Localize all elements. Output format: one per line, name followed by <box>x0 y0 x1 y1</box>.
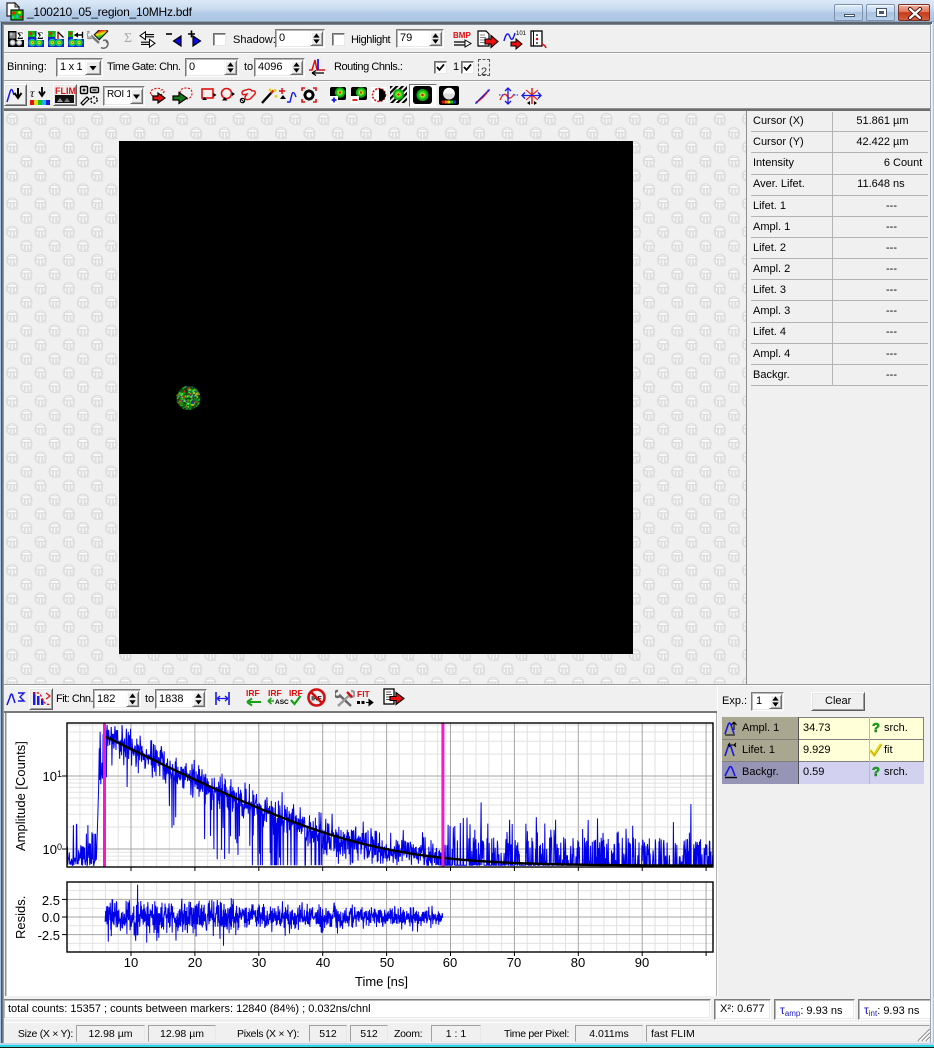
svg-text:FLIM: FLIM <box>55 86 76 96</box>
svg-text:BMP: BMP <box>453 31 471 40</box>
svg-text:?: ? <box>872 764 880 779</box>
svg-text:τ: τ <box>30 86 35 100</box>
svg-text:FIT: FIT <box>357 689 371 699</box>
svg-text:?: ? <box>872 720 880 735</box>
svg-text:ASC: ASC <box>275 699 289 706</box>
svg-text:IRF: IRF <box>246 688 260 698</box>
svg-text:Σ: Σ <box>37 32 43 42</box>
svg-text:IRF: IRF <box>268 688 282 698</box>
svg-text:101: 101 <box>516 31 526 37</box>
